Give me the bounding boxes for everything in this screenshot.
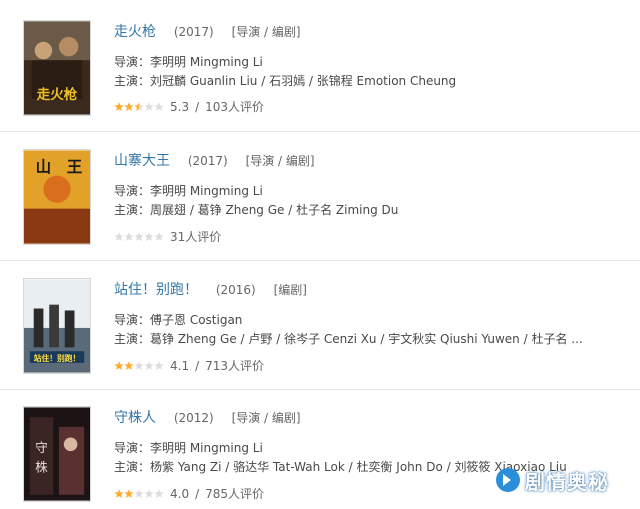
rating-stars-icon (114, 101, 164, 111)
star-icon (144, 360, 154, 370)
star-icon (134, 231, 144, 241)
rating-score: 4.1 (170, 358, 190, 373)
star-icon (144, 231, 154, 241)
poster-graphic: 守 株 (24, 407, 90, 501)
svg-text:站住！别跑！: 站住！别跑！ (34, 353, 81, 363)
rating-count: 103人评价 (205, 100, 265, 114)
rating-count: 713人评价 (205, 359, 265, 373)
film-year: (2016) (215, 283, 256, 297)
film-title-link[interactable]: 站住！别跑！ (114, 282, 198, 298)
poster-image[interactable]: 守 株 (23, 406, 91, 502)
svg-text:走火枪: 走火枪 (37, 86, 78, 103)
star-icon (144, 101, 154, 111)
rating-count: 785人评价 (205, 487, 265, 501)
star-icon (124, 488, 134, 498)
svg-text:株: 株 (35, 459, 48, 474)
rating-separator: / (195, 358, 200, 373)
poster-image[interactable]: 站住！别跑！ (23, 278, 91, 374)
director-line: 导演：李明明 Mingming Li (114, 55, 263, 69)
film-title-link[interactable]: 守株人 (114, 410, 156, 426)
svg-text:王: 王 (67, 158, 83, 176)
film-roles: [导演 / 编剧] (231, 411, 301, 425)
rating-stars-icon (114, 488, 164, 498)
film-year: (2017) (187, 154, 228, 168)
director-line: 导演：傅子恩 Costigan (114, 313, 243, 327)
divider (0, 389, 640, 390)
director-line: 导演：李明明 Mingming Li (114, 184, 263, 198)
rating-count: 31人评价 (170, 230, 222, 244)
star-icon (124, 231, 134, 241)
watermark: 剧情奥秘 (495, 463, 635, 497)
film-year: (2017) (173, 25, 214, 39)
film-year: (2012) (173, 411, 214, 425)
cast-line: 主演：葛铮 Zheng Ge / 卢野 / 徐岑子 Cenzi Xu / 宇文秋… (114, 332, 583, 346)
poster-graphic: 山 王 (24, 150, 90, 244)
star-icon (144, 488, 154, 498)
rating-row: 4.1 / 713人评价 (114, 357, 264, 374)
rating-row: 4.0 / 785人评价 (114, 485, 264, 502)
star-icon (114, 231, 124, 241)
poster-image[interactable]: 走火枪 (23, 20, 91, 116)
watermark-text: 剧情奥秘 (525, 469, 609, 494)
poster-graphic: 走火枪 (24, 21, 90, 115)
star-icon (154, 488, 164, 498)
poster-image[interactable]: 山 王 (23, 149, 91, 245)
star-icon (134, 101, 144, 111)
star-icon (154, 360, 164, 370)
title-row: 山寨大王 (2017) [导演 / 编剧] (114, 150, 315, 170)
divider (0, 131, 640, 132)
star-icon (134, 360, 144, 370)
title-row: 守株人 (2012) [导演 / 编剧] (114, 407, 301, 427)
rating-score: 4.0 (170, 486, 190, 501)
star-icon (114, 488, 124, 498)
star-icon (124, 360, 134, 370)
rating-row: 31人评价 (114, 228, 221, 245)
film-title-link[interactable]: 山寨大王 (114, 153, 170, 169)
star-icon (114, 101, 124, 111)
rating-row: 5.3 / 103人评价 (114, 98, 264, 115)
star-icon (114, 360, 124, 370)
title-row: 站住！别跑！ (2016) [编剧] (114, 279, 307, 299)
cast-line: 主演：周展翅 / 葛铮 Zheng Ge / 杜子名 Ziming Du (114, 203, 399, 217)
star-icon (154, 101, 164, 111)
rating-stars-icon (114, 360, 164, 370)
rating-score: 5.3 (170, 99, 190, 114)
rating-separator: / (195, 99, 200, 114)
svg-text:守: 守 (35, 440, 48, 455)
film-title-link[interactable]: 走火枪 (114, 24, 156, 40)
film-roles: [导演 / 编剧] (245, 154, 315, 168)
title-row: 走火枪 (2017) [导演 / 编剧] (114, 21, 301, 41)
star-icon (124, 101, 134, 111)
director-line: 导演：李明明 Mingming Li (114, 441, 263, 455)
rating-stars-icon (114, 231, 164, 241)
svg-text:山: 山 (36, 158, 52, 176)
poster-graphic: 站住！别跑！ (24, 279, 90, 373)
film-roles: [导演 / 编剧] (231, 25, 301, 39)
cast-line: 主演：刘冠麟 Guanlin Liu / 石羽嫣 / 张锦程 Emotion C… (114, 74, 457, 88)
rating-separator: / (195, 486, 200, 501)
star-icon (154, 231, 164, 241)
divider (0, 260, 640, 261)
star-icon (134, 488, 144, 498)
film-roles: [编剧] (273, 283, 307, 297)
watermark-logo-icon (496, 468, 520, 492)
